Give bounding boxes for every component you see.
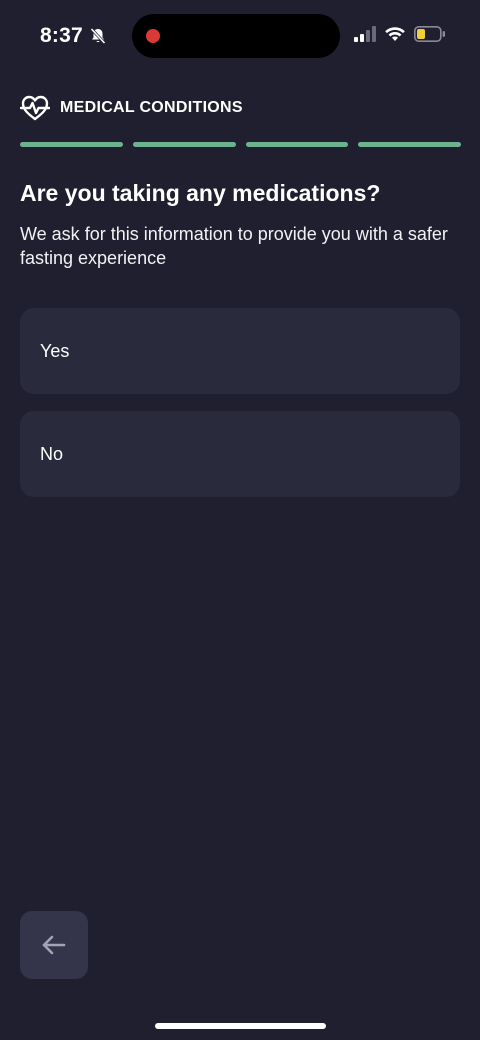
dynamic-island — [132, 14, 340, 58]
bell-slash-icon — [90, 27, 106, 45]
option-no-button[interactable]: No — [20, 411, 460, 497]
battery-icon — [414, 26, 445, 42]
option-yes-label: Yes — [40, 340, 70, 361]
option-no-label: No — [40, 443, 64, 464]
recording-indicator — [146, 29, 160, 43]
status-time: 8:37 — [40, 24, 107, 48]
wifi-icon — [385, 27, 405, 41]
progress-bar — [20, 142, 461, 148]
progress-segment — [132, 142, 236, 147]
arrow-left-icon — [42, 935, 66, 955]
back-button[interactable] — [20, 911, 88, 979]
status-time-text: 8:37 — [40, 24, 83, 47]
section-header: MEDICAL CONDITIONS — [20, 94, 243, 122]
progress-segment — [245, 142, 349, 147]
heart-pulse-icon — [20, 95, 50, 121]
question-title: Are you taking any medications? — [20, 180, 381, 206]
option-yes-button[interactable]: Yes — [20, 308, 460, 394]
status-icons — [354, 26, 446, 42]
home-indicator[interactable] — [155, 1023, 326, 1029]
progress-segment — [20, 142, 123, 147]
question-subtitle: We ask for this information to provide y… — [20, 224, 448, 268]
section-title: MEDICAL CONDITIONS — [60, 99, 243, 116]
medications-screen: 8:37 MEDICAL CONDITIONS Are you taking a… — [0, 0, 480, 1040]
status-bar: 8:37 — [0, 0, 480, 72]
cellular-signal-icon — [354, 26, 376, 42]
progress-segment — [358, 142, 461, 147]
